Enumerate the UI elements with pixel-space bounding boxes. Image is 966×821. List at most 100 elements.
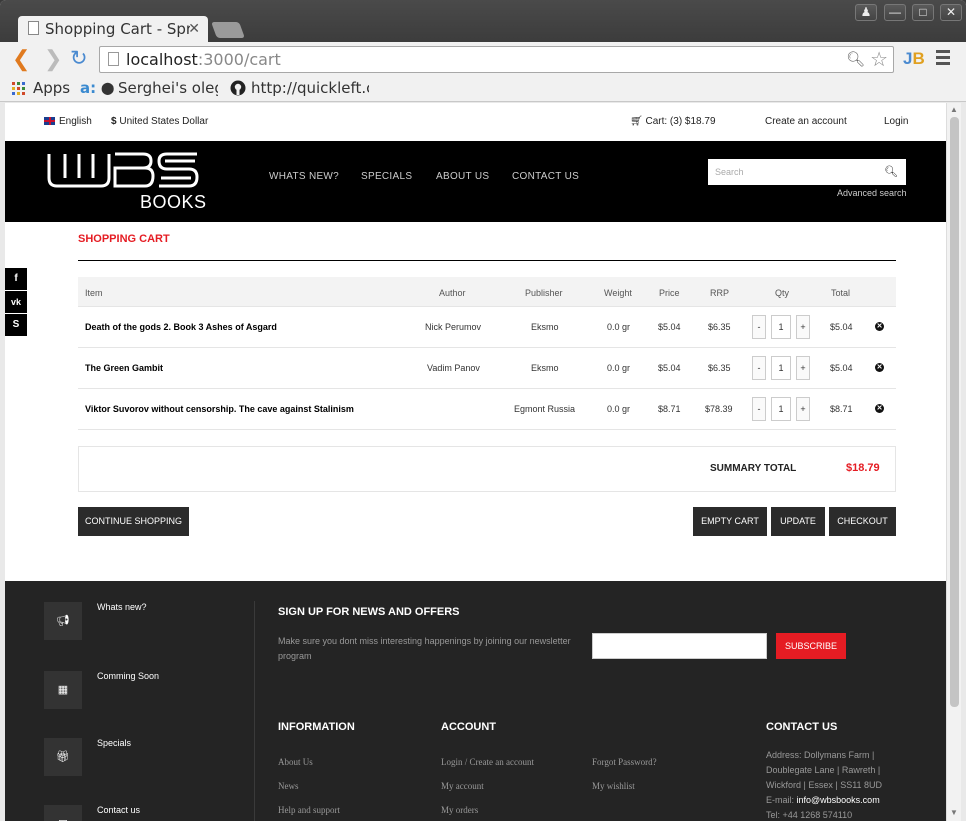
bookmark-star-icon[interactable]: ☆ [870, 47, 888, 72]
forgot-password-link[interactable]: Forgot Password? [592, 757, 657, 767]
address-bar[interactable]: localhost:3000/cart 🔍︎ ☆ [99, 46, 894, 73]
footer-side-label[interactable]: Specials [97, 738, 131, 748]
url-text: localhost:3000/cart [126, 50, 281, 69]
uk-flag-icon [44, 117, 55, 125]
wbs-logo[interactable]: BOOKS [45, 148, 207, 214]
search-icon[interactable]: 🔍︎ [884, 165, 898, 178]
language-selector[interactable]: English [44, 116, 92, 127]
bookmarks-bar: Apps a: ⬤ Serghei's olegl http://quickle… [0, 77, 966, 102]
wbs-logo-mark [47, 152, 199, 188]
remove-item-icon[interactable]: ✕ [875, 363, 884, 372]
address-line: Wickford | Essex | SS11 8UD [766, 780, 883, 790]
checkout-button[interactable]: CHECKOUT [829, 507, 896, 536]
contact-details: Address: Dollymans Farm | Doublegate Lan… [766, 748, 882, 821]
footer-side-label[interactable]: Comming Soon [97, 671, 159, 681]
currency-selector[interactable]: $ United States Dollar [111, 116, 208, 127]
footer-side-label[interactable]: Contact us [97, 805, 140, 815]
bookmark-icon: a: [80, 79, 97, 97]
item-name[interactable]: The Green Gambit [85, 363, 163, 373]
search-input[interactable] [708, 159, 878, 185]
advanced-search-link[interactable]: Advanced search [837, 188, 907, 198]
close-window-button[interactable]: ✕ [940, 4, 962, 21]
create-account-link[interactable]: Create an account [765, 116, 847, 127]
megaphone-icon: 📢︎ [44, 602, 82, 640]
reload-icon[interactable]: ↻ [70, 48, 88, 70]
browser-tab[interactable]: Shopping Cart - Spre ✕ [18, 16, 208, 42]
calendar-icon: ▦ [44, 671, 82, 709]
my-account-link[interactable]: My account [441, 781, 484, 791]
increase-qty-button[interactable]: + [796, 356, 810, 380]
phone-line: Tel: +44 1268 574110 [766, 810, 853, 820]
item-price: $5.04 [658, 363, 681, 373]
col-qty: Qty [775, 288, 790, 298]
site-header: BOOKS WHATS NEW? SPECIALS ABOUT US CONTA… [5, 141, 946, 222]
forward-icon[interactable]: ❯ [44, 48, 62, 70]
nav-contact-us[interactable]: CONTACT US [512, 171, 579, 182]
quantity-field[interactable]: 1 [771, 356, 791, 380]
login-create-link[interactable]: Login / Create an account [441, 757, 534, 767]
summary-total: $18.79 [846, 462, 880, 474]
remove-item-icon[interactable]: ✕ [875, 322, 884, 331]
skype-icon[interactable]: S [5, 314, 27, 336]
back-icon[interactable]: ❮ [12, 48, 30, 70]
quantity-stepper: - 1 + [752, 397, 810, 421]
about-us-link[interactable]: About Us [278, 757, 313, 767]
decrease-qty-button[interactable]: - [752, 397, 766, 421]
my-orders-link[interactable]: My orders [441, 805, 478, 815]
page-icon [28, 21, 39, 35]
scroll-thumb[interactable] [950, 117, 959, 707]
increase-qty-button[interactable]: + [796, 315, 810, 339]
dollar-icon: $ [111, 116, 117, 127]
decrease-qty-button[interactable]: - [752, 356, 766, 380]
my-wishlist-link[interactable]: My wishlist [592, 781, 635, 791]
item-name[interactable]: Viktor Suvorov without censorship. The c… [85, 404, 354, 414]
subscribe-button[interactable]: SUBSCRIBE [776, 633, 846, 659]
minimize-button[interactable]: — [884, 4, 906, 21]
quantity-field[interactable]: 1 [771, 315, 791, 339]
login-link[interactable]: Login [884, 116, 908, 127]
help-support-link[interactable]: Help and support [278, 805, 340, 815]
search-box: 🔍︎ [708, 159, 906, 185]
close-tab-icon[interactable]: ✕ [188, 20, 200, 37]
new-tab-button[interactable] [211, 22, 245, 38]
scroll-up-icon[interactable]: ▲ [950, 105, 958, 114]
item-total: $5.04 [830, 322, 853, 332]
item-publisher: Egmont Russia [514, 404, 576, 414]
empty-cart-button[interactable]: EMPTY CART [693, 507, 767, 536]
item-author: Vadim Panov [427, 363, 480, 373]
cart-table: Item Author Publisher Weight Price RRP Q… [78, 277, 896, 430]
remove-item-icon[interactable]: ✕ [875, 404, 884, 413]
menu-icon[interactable] [936, 50, 950, 68]
scroll-down-icon[interactable]: ▼ [950, 808, 958, 817]
nav-about-us[interactable]: ABOUT US [436, 171, 489, 182]
vk-icon[interactable]: vk [5, 291, 27, 313]
footer-side-label[interactable]: Whats new? [97, 602, 147, 612]
facebook-icon[interactable]: f [5, 268, 27, 290]
quantity-field[interactable]: 1 [771, 397, 791, 421]
newsletter-email-input[interactable] [592, 633, 767, 659]
newsletter-text: Make sure you dont miss interesting happ… [278, 636, 571, 661]
profile-icon[interactable]: ♟ [855, 4, 877, 21]
logo-text: BOOKS [140, 192, 207, 212]
bookmark-apps[interactable]: Apps [33, 79, 70, 97]
gift-icon: 🎁︎ [44, 738, 82, 776]
summary-box: SUMMARY TOTAL $18.79 [78, 446, 896, 492]
jetbrains-extension-icon[interactable]: JB [903, 49, 925, 69]
footer-divider [254, 601, 255, 821]
item-name[interactable]: Death of the gods 2. Book 3 Ashes of Asg… [85, 322, 277, 332]
bookmark-serghei[interactable]: Serghei's olegl [118, 79, 218, 97]
increase-qty-button[interactable]: + [796, 397, 810, 421]
nav-specials[interactable]: SPECIALS [361, 171, 412, 182]
search-icon[interactable]: 🔍︎ [846, 50, 865, 68]
news-link[interactable]: News [278, 781, 299, 791]
maximize-button[interactable]: □ [912, 4, 934, 21]
bookmark-quickleft[interactable]: http://quickleft.c [251, 79, 369, 97]
contact-title: CONTACT US [766, 721, 838, 733]
email-link[interactable]: info@wbsbooks.com [797, 795, 880, 805]
nav-whats-new[interactable]: WHATS NEW? [269, 171, 339, 182]
cart-link[interactable]: 🛒︎ Cart: (3) $18.79 [630, 116, 716, 127]
update-button[interactable]: UPDATE [771, 507, 825, 536]
continue-shopping-button[interactable]: CONTINUE SHOPPING [78, 507, 189, 536]
decrease-qty-button[interactable]: - [752, 315, 766, 339]
vertical-scrollbar[interactable]: ▲ ▼ [946, 103, 961, 821]
